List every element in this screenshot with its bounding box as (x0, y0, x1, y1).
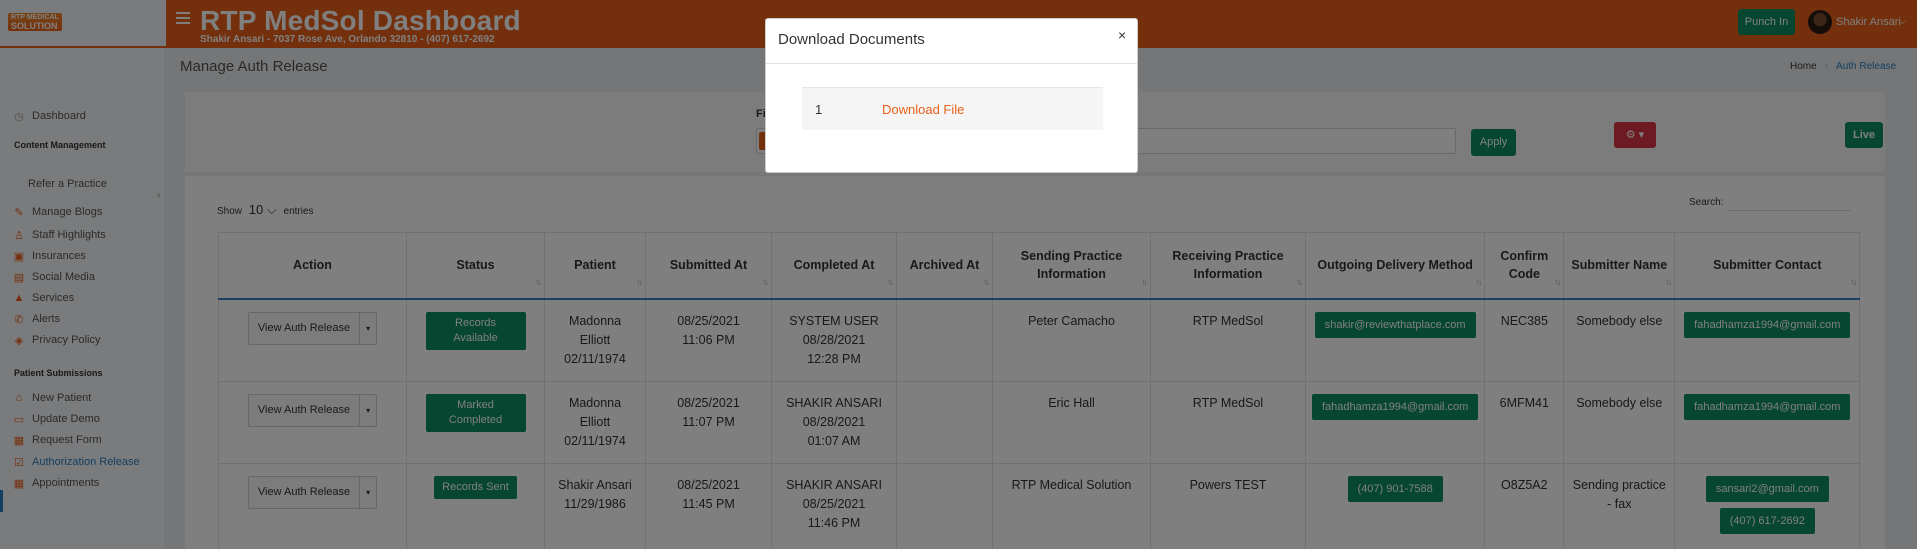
modal-title: Download Documents (778, 31, 925, 48)
close-icon[interactable]: × (1118, 27, 1126, 43)
download-documents-modal: Download Documents × 1 Download File (765, 18, 1138, 173)
modal-divider (766, 63, 1137, 64)
document-row: 1 Download File (802, 87, 1103, 130)
document-row-number: 1 (815, 102, 823, 117)
download-file-link[interactable]: Download File (882, 102, 964, 117)
